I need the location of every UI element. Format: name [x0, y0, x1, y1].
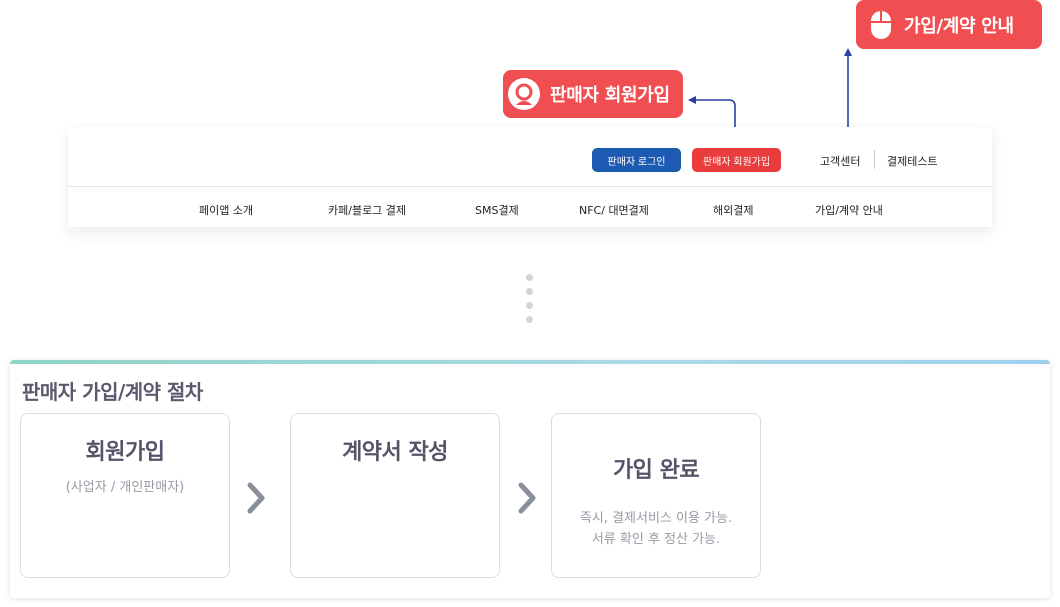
step-description-line: 서류 확인 후 정산 가능.	[591, 532, 721, 547]
panel-title: 판매자 가입/계약 절차	[22, 380, 203, 404]
step-title: 회원가입	[85, 440, 165, 465]
signup-callout-label: 판매자 회원가입	[550, 85, 670, 106]
nav-item-overseas[interactable]: 해외결제	[713, 202, 753, 218]
chevron-right-icon	[242, 478, 270, 518]
payment-test-link[interactable]: 결제테스트	[887, 153, 938, 169]
main-nav: 페이앱 소개 카페/블로그 결제 SMS결제 NFC/ 대면결제 해외결제 가입…	[68, 187, 992, 227]
site-header-mockup: 판매자 로그인 판매자 회원가입 고객센터 결제테스트 페이앱 소개 카페/블로…	[68, 127, 992, 227]
chevron-right-icon	[513, 478, 541, 518]
header-topbar: 판매자 로그인 판매자 회원가입 고객센터 결제테스트	[68, 127, 992, 187]
guide-callout-label: 가입/계약 안내	[904, 15, 1014, 37]
header-divider	[874, 150, 875, 169]
step-signup: 회원가입 (사업자 / 개인판매자)	[20, 413, 230, 578]
step-description: 즉시, 결제서비스 이용 가능. 서류 확인 후 정산 가능.	[552, 508, 760, 550]
page: 가입/계약 안내 판매자 회원가입 판매자 로그인 판매자 회원가입 고객센터 …	[0, 0, 1060, 607]
nav-item-intro[interactable]: 페이앱 소개	[199, 202, 253, 218]
ellipsis-dots	[526, 274, 534, 330]
step-title: 가입 완료	[612, 458, 700, 483]
seller-signup-button[interactable]: 판매자 회원가입	[692, 148, 781, 172]
step-contract: 계약서 작성	[290, 413, 500, 578]
customer-center-link[interactable]: 고객센터	[820, 153, 860, 169]
signup-procedure-panel: 판매자 가입/계약 절차 회원가입 (사업자 / 개인판매자) 계약서 작성 가…	[10, 360, 1050, 598]
signup-callout: 판매자 회원가입	[503, 70, 683, 118]
step-subtitle: (사업자 / 개인판매자)	[65, 480, 185, 495]
step-complete: 가입 완료 즉시, 결제서비스 이용 가능. 서류 확인 후 정산 가능.	[551, 413, 761, 578]
user-icon	[508, 78, 540, 110]
nav-item-cafe-blog[interactable]: 카페/블로그 결제	[328, 202, 406, 218]
step-description-line: 즉시, 결제서비스 이용 가능.	[579, 511, 733, 526]
nav-item-nfc[interactable]: NFC/ 대면결제	[579, 202, 649, 218]
panel-accent-line	[10, 360, 1050, 364]
seller-login-button[interactable]: 판매자 로그인	[592, 148, 681, 172]
nav-item-signup-guide[interactable]: 가입/계약 안내	[815, 202, 883, 218]
nav-item-sms[interactable]: SMS결제	[475, 202, 519, 218]
step-title: 계약서 작성	[342, 440, 448, 465]
mouse-icon	[870, 10, 892, 40]
guide-callout: 가입/계약 안내	[856, 0, 1042, 49]
